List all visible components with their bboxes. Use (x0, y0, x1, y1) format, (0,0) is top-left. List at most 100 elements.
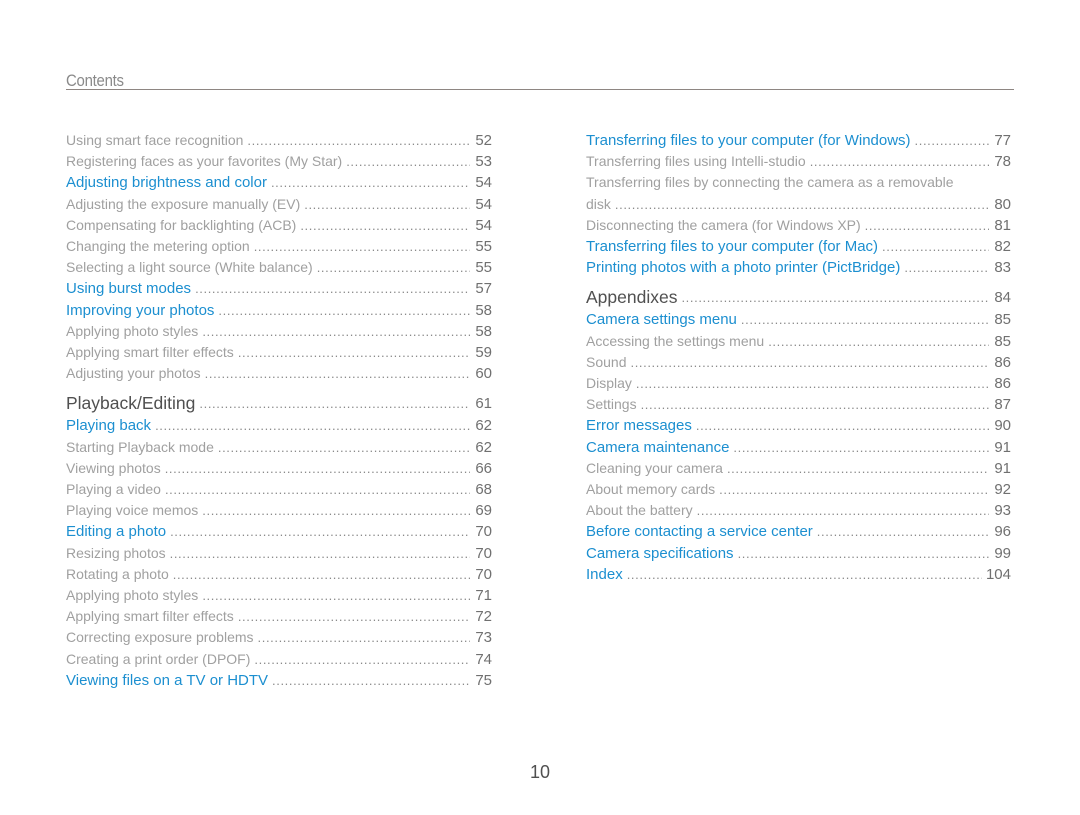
dot-leader (627, 564, 982, 585)
toc-entry-sub[interactable]: Compensating for backlighting (ACB) 54 (66, 215, 492, 236)
toc-entry-label: Starting Playback mode (66, 438, 214, 455)
toc-entry-sub[interactable]: Settings 87 (586, 394, 1011, 415)
toc-entry-page: 54 (475, 174, 492, 192)
toc-entry-sub[interactable]: Creating a print order (DPOF) 74 (66, 649, 492, 670)
toc-entry-page: 85 (994, 332, 1011, 350)
toc-entry-page: 91 (994, 438, 1011, 456)
toc-entry-sub[interactable]: Adjusting the exposure manually (EV) 54 (66, 194, 492, 215)
toc-entry-topic[interactable]: Index 104 (586, 564, 1011, 585)
toc-entry-chapter[interactable]: Playback/Editing 61 (66, 392, 492, 415)
toc-entry-topic[interactable]: Transferring files to your computer (for… (586, 236, 1011, 257)
toc-entry-sub[interactable]: Applying photo styles 58 (66, 321, 492, 342)
toc-entry-page: 53 (475, 153, 492, 171)
toc-entry-label: Adjusting brightness and color (66, 174, 267, 192)
toc-entry-page: 72 (475, 608, 492, 626)
toc-entry-label: Using burst modes (66, 280, 192, 298)
toc-entry-page: 74 (475, 650, 492, 668)
toc-entry-page: 54 (475, 216, 492, 234)
toc-entry-label: Compensating for backlighting (ACB) (66, 216, 297, 233)
toc-entry-sub[interactable]: Applying smart filter effects 59 (66, 342, 492, 363)
toc-entry-sub[interactable]: Transferring files by connecting the cam… (586, 172, 1011, 214)
toc-entry-label: Correcting exposure problems (66, 629, 254, 646)
dot-leader (346, 151, 470, 172)
dot-leader (681, 286, 989, 309)
toc-entry-page: 82 (994, 238, 1011, 256)
toc-entry-sub[interactable]: Viewing photos 66 (66, 458, 492, 479)
toc-left-column: Using smart face recognition 52 Registerin… (66, 130, 492, 691)
toc-entry-topic[interactable]: Using burst modes 57 (66, 278, 492, 299)
dot-leader (238, 342, 470, 363)
toc-entry-topic[interactable]: Camera maintenance 91 (586, 437, 1011, 458)
toc-entry-sub[interactable]: Sound 86 (586, 352, 1011, 373)
toc-entry-label: Adjusting the exposure manually (EV) (66, 195, 301, 212)
toc-entry-page: 69 (475, 502, 492, 520)
toc-entry-label: About memory cards (586, 481, 716, 498)
dot-leader (904, 257, 989, 278)
toc-entry-label: Adjusting your photos (66, 365, 201, 382)
toc-entry-page: 77 (994, 132, 1011, 149)
toc-entry-label: Printing photos with a photo printer (Pi… (586, 259, 901, 277)
toc-entry-sub[interactable]: Using smart face recognition 52 (66, 130, 492, 151)
toc-entry-topic[interactable]: Printing photos with a photo printer (Pi… (586, 257, 1011, 278)
toc-entry-page: 92 (994, 481, 1011, 499)
toc-entry-topic[interactable]: Before contacting a service center 96 (586, 521, 1011, 542)
toc-entry-sub[interactable]: Disconnecting the camera (for Windows XP… (586, 215, 1011, 236)
toc-entry-sub[interactable]: Accessing the settings menu 85 (586, 331, 1011, 352)
dot-leader (300, 215, 470, 236)
toc-entry-sub[interactable]: Changing the metering option 55 (66, 236, 492, 257)
toc-entry-topic[interactable]: Editing a photo 70 (66, 521, 492, 542)
toc-entry-sub[interactable]: Registering faces as your favorites (My … (66, 151, 492, 172)
toc-entry-topic[interactable]: Error messages 90 (586, 415, 1011, 436)
toc-entry-page: 87 (994, 396, 1011, 414)
toc-entry-page: 86 (994, 353, 1011, 371)
toc-entry-sub[interactable]: Playing voice memos 69 (66, 500, 492, 521)
toc-entry-label: Accessing the settings menu (586, 332, 765, 349)
toc-entry-page: 58 (475, 322, 492, 340)
dot-leader (615, 194, 989, 215)
toc-entry-page: 86 (994, 375, 1011, 393)
toc-entry-page: 90 (994, 417, 1011, 435)
toc-entry-chapter[interactable]: Appendixes 84 (586, 286, 1011, 309)
dot-leader (170, 521, 470, 542)
toc-entry-page: 81 (994, 216, 1011, 234)
toc-entry-sub[interactable]: Transferring files using Intelli-studio 7… (586, 151, 1011, 172)
toc-entry-sub[interactable]: Rotating a photo 70 (66, 564, 492, 585)
toc-entry-topic[interactable]: Viewing files on a TV or HDTV 75 (66, 670, 492, 691)
toc-entry-topic[interactable]: Adjusting brightness and color 54 (66, 172, 492, 193)
toc-entry-label: Before contacting a service center (586, 523, 813, 541)
toc-entry-sub[interactable]: About the battery 93 (586, 500, 1011, 521)
toc-entry-label: Using smart face recognition (66, 132, 244, 148)
toc-entry-topic[interactable]: Transferring files to your computer (for… (586, 130, 1011, 151)
toc-entry-sub[interactable]: Cleaning your camera 91 (586, 458, 1011, 479)
toc-entry-sub[interactable]: About memory cards 92 (586, 479, 1011, 500)
dot-leader (155, 415, 470, 436)
toc-entry-topic[interactable]: Improving your photos 58 (66, 300, 492, 321)
dot-leader (205, 363, 470, 384)
toc-entry-topic[interactable]: Camera specifications 99 (586, 543, 1011, 564)
toc-entry-sub[interactable]: Playing a video 68 (66, 479, 492, 500)
toc-entry-label: Rotating a photo (66, 565, 169, 582)
dot-leader (165, 458, 470, 479)
toc-entry-sub[interactable]: Applying smart filter effects 72 (66, 606, 492, 627)
toc-entry-topic[interactable]: Camera settings menu 85 (586, 309, 1011, 330)
toc-entry-sub[interactable]: Display 86 (586, 373, 1011, 394)
toc-entry-label: About the battery (586, 502, 693, 519)
toc-right-column: Transferring files to your computer (for… (586, 130, 1011, 585)
toc-entry-sub[interactable]: Correcting exposure problems 73 (66, 627, 492, 648)
toc-entry-sub[interactable]: Starting Playback mode 62 (66, 437, 492, 458)
toc-entry-sub[interactable]: Selecting a light source (White balance)… (66, 257, 492, 278)
toc-entry-sub[interactable]: Adjusting your photos 60 (66, 363, 492, 384)
toc-entry-topic[interactable]: Playing back 62 (66, 415, 492, 436)
toc-entry-label: Applying smart filter effects (66, 344, 234, 361)
dot-leader (218, 300, 470, 321)
toc-entry-page: 66 (475, 459, 492, 477)
toc-entry-page: 84 (994, 289, 1011, 307)
toc-entry-sub[interactable]: Resizing photos 70 (66, 543, 492, 564)
toc-entry-label: Changing the metering option (66, 238, 250, 255)
toc-entry-label: Applying smart filter effects (66, 608, 234, 625)
toc-entry-page: 85 (994, 311, 1011, 329)
dot-leader (238, 606, 470, 627)
toc-entry-page: 54 (475, 195, 492, 213)
toc-entry-label: Camera maintenance (586, 438, 730, 456)
toc-entry-sub[interactable]: Applying photo styles 71 (66, 585, 492, 606)
